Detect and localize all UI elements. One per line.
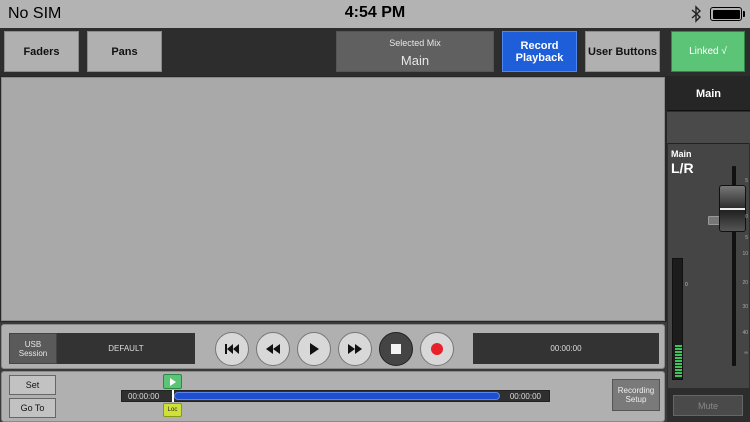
battery-tip (743, 11, 745, 17)
channel-title-main: L/R (671, 160, 694, 176)
skip-back-button[interactable] (215, 332, 249, 366)
clock: 4:54 PM (344, 4, 406, 21)
loc-marker[interactable]: Loc (163, 403, 182, 417)
fast-forward-button[interactable] (338, 332, 372, 366)
timeline-start-time: 00:00:00 (128, 392, 160, 401)
record-button[interactable] (420, 332, 454, 366)
channel-title-top: Main (671, 149, 692, 159)
fader-scale-label: 10 (742, 251, 748, 257)
locator-bar: Set Go To 00:00:00 00:00:00 Loc Recordin… (1, 371, 665, 422)
selected-mix-label: Selected Mix (389, 38, 441, 48)
record-playback-button[interactable]: Record Playback (502, 31, 577, 72)
timeline-cursor[interactable] (172, 390, 174, 402)
linked-area: Linked √ (667, 28, 750, 76)
level-meter-fill (675, 344, 682, 377)
fader-scale-label: 30 (742, 304, 748, 310)
fader-scale-label: 40 (742, 330, 748, 336)
stop-button[interactable] (379, 332, 413, 366)
fader-scale-label: 5 (745, 235, 748, 241)
channel-strip: Main Main L/R 0 5 0 5 10 20 30 40 ∞ Mute (667, 77, 750, 422)
mute-button[interactable]: Mute (673, 395, 743, 416)
fast-forward-icon (348, 344, 362, 354)
channel-name[interactable]: Main (667, 77, 750, 111)
timeline-progress (174, 392, 500, 400)
selected-mix-value: Main (400, 53, 430, 68)
rewind-icon (266, 344, 280, 354)
rewind-button[interactable] (256, 332, 290, 366)
main-panel (1, 77, 665, 321)
status-bar: No SIM 4:54 PM (0, 0, 750, 28)
top-toolbar: Faders Pans Selected Mix Main Record Pla… (0, 28, 667, 76)
stop-icon (391, 344, 401, 354)
bluetooth-icon (691, 5, 702, 23)
bottom-panel: USB Session DEFAULT 00:00:00 Set Go To 0… (0, 322, 667, 422)
channel-blank-slot (667, 112, 750, 143)
battery-icon (710, 7, 742, 21)
timeline-end-time: 00:00:00 (509, 392, 541, 401)
level-meter (672, 258, 683, 380)
recording-setup-button[interactable]: Recording Setup (612, 379, 660, 411)
play-icon (170, 377, 176, 386)
pans-button[interactable]: Pans (87, 31, 162, 72)
fader-scale-label: ∞ (744, 350, 748, 356)
fader-scale-label: 5 (745, 178, 748, 184)
play-button[interactable] (297, 332, 331, 366)
linked-button[interactable]: Linked √ (671, 31, 745, 72)
fader-scale-label: 20 (742, 280, 748, 286)
session-name: DEFAULT (57, 333, 195, 364)
timeline-scrubber[interactable]: 00:00:00 00:00:00 (121, 390, 550, 402)
transport-bar: USB Session DEFAULT 00:00:00 (1, 324, 665, 369)
faders-button[interactable]: Faders (4, 31, 79, 72)
play-locator-button[interactable] (163, 374, 182, 389)
skip-back-icon (225, 344, 239, 354)
usb-session-button[interactable]: USB Session (9, 333, 57, 364)
app-root: No SIM 4:54 PM Faders Pans Selected Mix … (0, 0, 750, 422)
play-icon (310, 343, 319, 355)
fader-handle[interactable] (719, 185, 746, 232)
set-button[interactable]: Set (9, 375, 56, 395)
record-icon (431, 343, 443, 355)
selected-mix-button[interactable]: Selected Mix Main (336, 31, 494, 72)
user-buttons-button[interactable]: User Buttons (585, 31, 660, 72)
goto-button[interactable]: Go To (9, 398, 56, 418)
fader-scale-label: 0 (745, 214, 748, 220)
channel-body: Main L/R 0 5 0 5 10 20 30 40 ∞ (668, 143, 749, 388)
transport-time-display: 00:00:00 (473, 333, 659, 364)
meter-zero-label: 0 (685, 282, 688, 288)
